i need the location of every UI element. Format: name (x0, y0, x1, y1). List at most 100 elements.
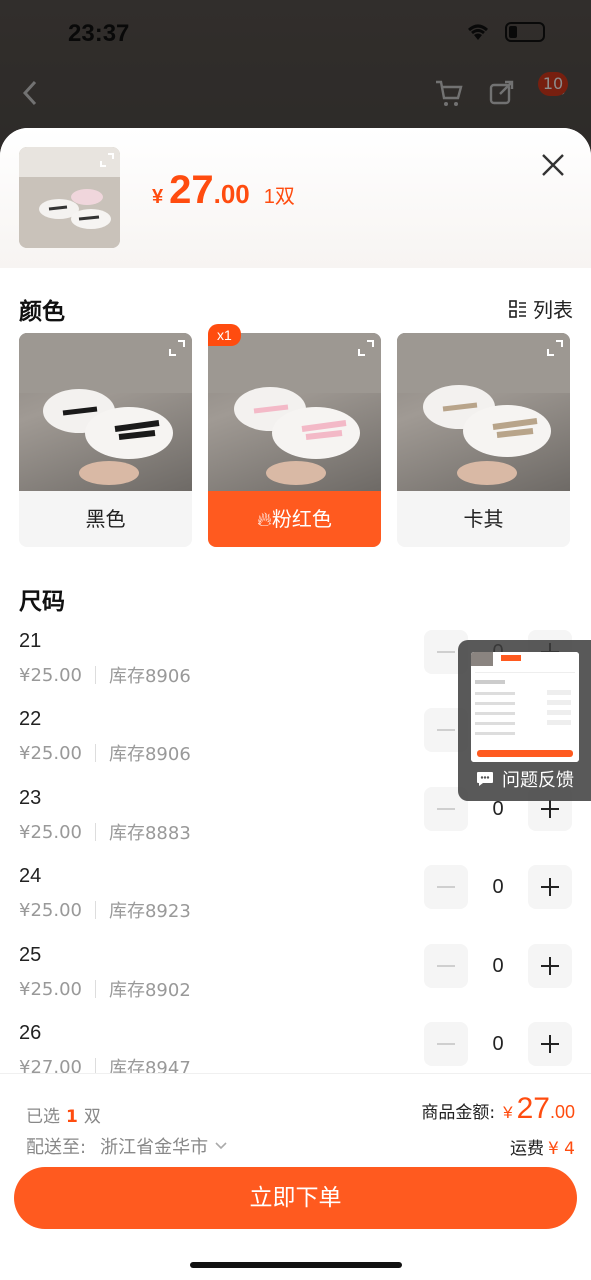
size-price: ¥25.00 (19, 664, 82, 686)
size-label: 23 (19, 787, 42, 809)
color-option-black[interactable]: 黑色 (19, 333, 192, 547)
decrement-button[interactable] (424, 865, 468, 909)
ship-to-label: 配送至: (26, 1137, 87, 1158)
minus-icon (437, 886, 455, 888)
minus-icon (437, 729, 455, 731)
selected-qty-badge: x1 (208, 324, 241, 346)
size-price: ¥27.00 (19, 1056, 82, 1074)
place-order-button[interactable]: 立即下单 (14, 1167, 577, 1229)
size-label: 24 (19, 865, 42, 887)
size-label: 26 (19, 1022, 42, 1044)
total-currency: ¥ (503, 1103, 513, 1122)
size-row: 24 ¥25.00 库存8923 0 (19, 865, 572, 943)
divider (94, 666, 96, 684)
divider (94, 744, 96, 762)
size-label: 22 (19, 708, 42, 730)
currency-symbol: ¥ (152, 186, 164, 208)
size-price: ¥25.00 (19, 899, 82, 921)
home-indicator[interactable] (190, 1262, 402, 1268)
size-label: 25 (19, 944, 42, 966)
size-row: 25 ¥25.00 库存8902 0 (19, 944, 572, 1022)
ship-to-city: 浙江省金华市 (100, 1137, 209, 1158)
size-meta: ¥25.00 库存8883 (19, 819, 191, 845)
selected-suffix: 双 (83, 1107, 101, 1127)
size-meta: ¥25.00 库存8902 (19, 976, 191, 1002)
close-icon[interactable] (540, 152, 566, 178)
unit-price: ¥ 27 .00 1双 (152, 168, 295, 213)
minus-icon (437, 651, 455, 653)
hot-flame-icon: 🔥︎ (257, 507, 272, 531)
color-section-title: 颜色 (19, 299, 65, 325)
expand-icon (100, 153, 114, 167)
size-meta: ¥27.00 库存8947 (19, 1054, 191, 1073)
quantity-value[interactable]: 0 (468, 1033, 528, 1056)
divider (94, 901, 96, 919)
list-view-toggle[interactable]: 列表 (509, 294, 573, 323)
selected-count-value: 1 (66, 1107, 78, 1127)
color-option-image (397, 333, 570, 491)
quantity-stepper: 0 (424, 1022, 572, 1066)
selected-prefix: 已选 (26, 1107, 60, 1127)
color-option-label: 卡其 (463, 507, 504, 531)
feedback-label: 问题反馈 (502, 770, 574, 791)
feedback-screenshot-preview (471, 652, 579, 762)
size-stock: 库存8923 (108, 901, 191, 922)
color-option-khaki[interactable]: 卡其 (397, 333, 570, 547)
divider (94, 1058, 96, 1073)
expand-icon[interactable] (357, 339, 375, 357)
increment-button[interactable] (528, 1022, 572, 1066)
size-stock: 库存8883 (108, 823, 191, 844)
decrement-button[interactable] (424, 1022, 468, 1066)
sku-selector-sheet: ¥ 27 .00 1双 颜色 列表 黑色 x1 🔥︎粉红色 卡其 尺码 21 ¥… (0, 128, 591, 1280)
minus-icon (437, 1043, 455, 1045)
size-stock: 库存8906 (108, 744, 191, 765)
plus-icon (541, 1035, 559, 1053)
freight-label: 运费 (509, 1139, 544, 1159)
size-stock: 库存8902 (108, 980, 191, 1001)
quantity-stepper: 0 (424, 944, 572, 988)
shipping-address[interactable]: 配送至: 浙江省金华市 (26, 1133, 228, 1159)
size-price: ¥25.00 (19, 742, 82, 764)
freight-value: ¥ 4 (547, 1139, 575, 1159)
divider (94, 823, 96, 841)
size-price: ¥25.00 (19, 821, 82, 843)
total-decimal: .00 (549, 1102, 575, 1122)
minus-icon (437, 808, 455, 810)
increment-button[interactable] (528, 865, 572, 909)
color-option-pink[interactable]: 🔥︎粉红色 (208, 333, 381, 547)
color-option-image (19, 333, 192, 491)
color-option-label: 黑色 (85, 507, 126, 531)
size-stock: 库存8947 (108, 1058, 191, 1073)
size-section-title: 尺码 (19, 589, 65, 615)
feedback-floating-button[interactable]: 问题反馈 (458, 640, 591, 801)
size-stock: 库存8906 (108, 666, 191, 687)
color-option-label-row: 🔥︎粉红色 (208, 491, 381, 547)
color-option-image (208, 333, 381, 491)
size-meta: ¥25.00 库存8923 (19, 897, 191, 923)
size-row: 26 ¥27.00 库存8947 0 (19, 1022, 572, 1073)
minus-icon (437, 965, 455, 967)
list-toggle-label: 列表 (533, 298, 573, 322)
selected-count: 已选 1 双 (26, 1102, 101, 1127)
chevron-down-icon (215, 1142, 227, 1150)
size-price: ¥25.00 (19, 978, 82, 1000)
size-meta: ¥25.00 库存8906 (19, 662, 191, 688)
feedback-label-row: 问题反馈 (476, 766, 574, 792)
order-footer: 已选 1 双 配送至: 浙江省金华市 商品金额: ¥ 27 .00 运费 ¥ 4 立即… (0, 1073, 591, 1280)
price-decimal: .00 (213, 179, 250, 209)
sheet-header: ¥ 27 .00 1双 (0, 128, 591, 268)
product-thumbnail[interactable] (19, 147, 120, 248)
increment-button[interactable] (528, 944, 572, 988)
divider (94, 980, 96, 998)
total-amount: 商品金额: ¥ 27 .00 (421, 1092, 575, 1126)
color-option-label: 粉红色 (271, 507, 332, 531)
decrement-button[interactable] (424, 944, 468, 988)
price-unit: 1双 (263, 186, 295, 208)
quantity-value[interactable]: 0 (468, 876, 528, 899)
expand-icon[interactable] (168, 339, 186, 357)
expand-icon[interactable] (546, 339, 564, 357)
quantity-value[interactable]: 0 (468, 955, 528, 978)
plus-icon (541, 878, 559, 896)
freight-fee: 运费 ¥ 4 (510, 1134, 575, 1159)
quantity-stepper: 0 (424, 865, 572, 909)
